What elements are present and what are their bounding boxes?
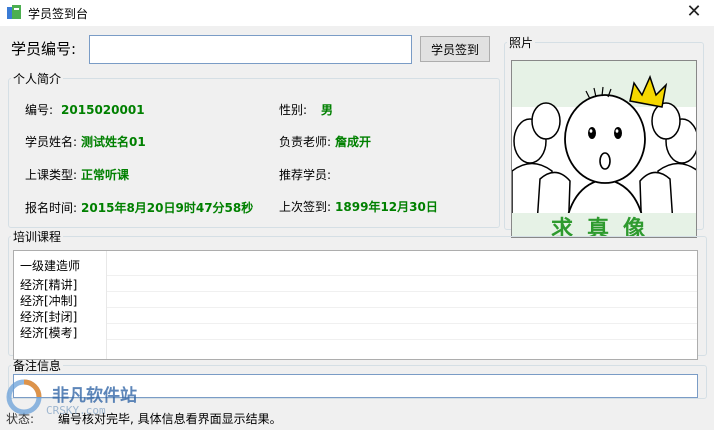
teacher-value: 詹成开	[335, 135, 372, 149]
teacher-label: 负责老师:	[279, 135, 332, 149]
courses-group: 培训课程 一级建造师 经济[精讲] 经济[冲制] 经济[封闭] 经济[模考]	[8, 228, 707, 360]
enroll-value: 2015年8月20日9时47分58秒	[81, 201, 254, 215]
student-id-input[interactable]	[89, 35, 412, 64]
last-checkin-value: 1899年12月30日	[335, 200, 438, 214]
main-panel: 学员编号: 学员签到 个人简介 编号: 2015020001 性别: 男 学员姓名:…	[0, 26, 714, 430]
profile-legend: 个人简介	[13, 72, 62, 86]
gender-label: 性别:	[279, 103, 308, 117]
list-item[interactable]: 经济[封闭]	[20, 308, 77, 325]
name-value: 测试姓名01	[81, 135, 146, 149]
watermark-text: 非凡软件站	[52, 386, 137, 406]
referrer-field: 推荐学员:	[279, 166, 339, 183]
enroll-label: 报名时间:	[25, 201, 78, 215]
photo-legend: 照片	[509, 36, 534, 50]
course-row-line	[107, 291, 697, 292]
watermark-logo-icon	[6, 379, 42, 415]
title-bar: 学员签到台 ✕	[0, 0, 714, 26]
number-label: 编号:	[25, 103, 54, 117]
close-button[interactable]: ✕	[682, 1, 706, 23]
class-type-field: 上课类型: 正常听课	[25, 166, 129, 183]
list-item[interactable]: 一级建造师	[20, 257, 80, 274]
course-list-divider	[106, 251, 107, 359]
last-checkin-label: 上次签到:	[279, 200, 332, 214]
student-id-label: 学员编号:	[11, 40, 77, 58]
name-field: 学员姓名: 测试姓名01	[25, 133, 146, 150]
photo-group: 照片 求真像	[504, 34, 704, 238]
window-title: 学员签到台	[28, 7, 89, 21]
course-row-line	[107, 307, 697, 308]
name-label: 学员姓名:	[25, 135, 78, 149]
notes-legend: 备注信息	[13, 359, 62, 373]
last-checkin-field: 上次签到: 1899年12月30日	[279, 198, 438, 215]
watermark-sub: CRSKY.com	[46, 404, 106, 417]
watermark: 非凡软件站 CRSKY.com	[6, 373, 166, 423]
enroll-field: 报名时间: 2015年8月20日9时47分58秒	[25, 199, 253, 216]
course-list[interactable]: 一级建造师 经济[精讲] 经济[冲制] 经济[封闭] 经济[模考]	[13, 250, 698, 360]
referrer-label: 推荐学员:	[279, 168, 332, 182]
profile-group: 个人简介 编号: 2015020001 性别: 男 学员姓名: 测试姓名01 负责老师…	[8, 70, 500, 228]
teacher-field: 负责老师: 詹成开	[279, 133, 371, 150]
gender-value: 男	[321, 103, 334, 117]
list-item[interactable]: 经济[精讲]	[20, 276, 77, 293]
courses-legend: 培训课程	[13, 230, 62, 244]
list-item[interactable]: 经济[冲制]	[20, 292, 77, 309]
class-type-value: 正常听课	[81, 168, 130, 182]
number-field: 编号: 2015020001	[25, 101, 145, 118]
course-row-line	[107, 323, 697, 324]
course-row-line	[107, 339, 697, 340]
app-icon	[7, 5, 21, 19]
checkin-button[interactable]: 学员签到	[420, 36, 490, 62]
student-photo: 求真像	[511, 60, 697, 238]
class-type-label: 上课类型:	[25, 168, 78, 182]
gender-field: 性别: 男	[279, 101, 333, 118]
course-row-line	[107, 275, 697, 276]
number-value: 2015020001	[61, 103, 145, 117]
list-item[interactable]: 经济[模考]	[20, 324, 77, 341]
